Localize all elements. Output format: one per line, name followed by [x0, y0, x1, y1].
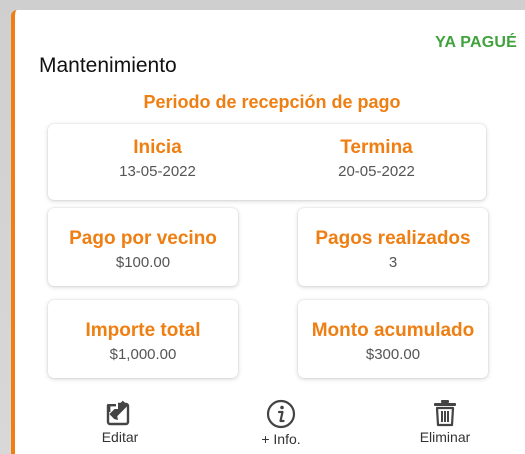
period-end-label: Termina: [340, 137, 413, 158]
status-badge: YA PAGUÉ: [435, 34, 517, 51]
payment-card: YA PAGUÉ Mantenimiento Periodo de recepc…: [11, 10, 525, 454]
period-end-value: 20-05-2022: [338, 163, 415, 180]
card-title: Mantenimiento: [39, 54, 177, 77]
accumulated-amount-value: $300.00: [365, 346, 421, 363]
period-start-label: Inicia: [133, 137, 182, 158]
accumulated-amount-label: Monto acumulado: [311, 320, 475, 341]
period-panel: Inicia 13-05-2022 Termina 20-05-2022: [48, 124, 486, 200]
delete-button[interactable]: Eliminar: [400, 398, 490, 445]
period-start: Inicia 13-05-2022: [48, 124, 267, 200]
period-title: Periodo de recepción de pago: [143, 92, 401, 112]
total-amount-label: Importe total: [85, 320, 201, 341]
trash-icon: [400, 398, 490, 428]
delete-label: Eliminar: [419, 429, 471, 445]
per-neighbor-panel: Pago por vecino $100.00: [48, 208, 238, 286]
accumulated-amount-panel: Monto acumulado $300.00: [298, 300, 488, 378]
info-label: + Info.: [261, 431, 301, 447]
more-info-button[interactable]: + Info.: [236, 398, 326, 447]
period-end: Termina 20-05-2022: [267, 124, 486, 200]
payments-done-panel: Pagos realizados 3: [298, 208, 488, 286]
payments-done-label: Pagos realizados: [315, 228, 471, 249]
period-start-value: 13-05-2022: [119, 163, 196, 180]
edit-icon: [75, 398, 165, 428]
edit-button[interactable]: Editar: [75, 398, 165, 445]
screen-background: YA PAGUÉ Mantenimiento Periodo de recepc…: [0, 0, 525, 454]
total-amount-value: $1,000.00: [109, 346, 177, 363]
per-neighbor-label: Pago por vecino: [69, 228, 217, 249]
per-neighbor-value: $100.00: [115, 254, 171, 271]
info-icon: [236, 398, 326, 430]
payments-done-value: 3: [388, 254, 398, 271]
edit-label: Editar: [101, 429, 139, 445]
total-amount-panel: Importe total $1,000.00: [48, 300, 238, 378]
